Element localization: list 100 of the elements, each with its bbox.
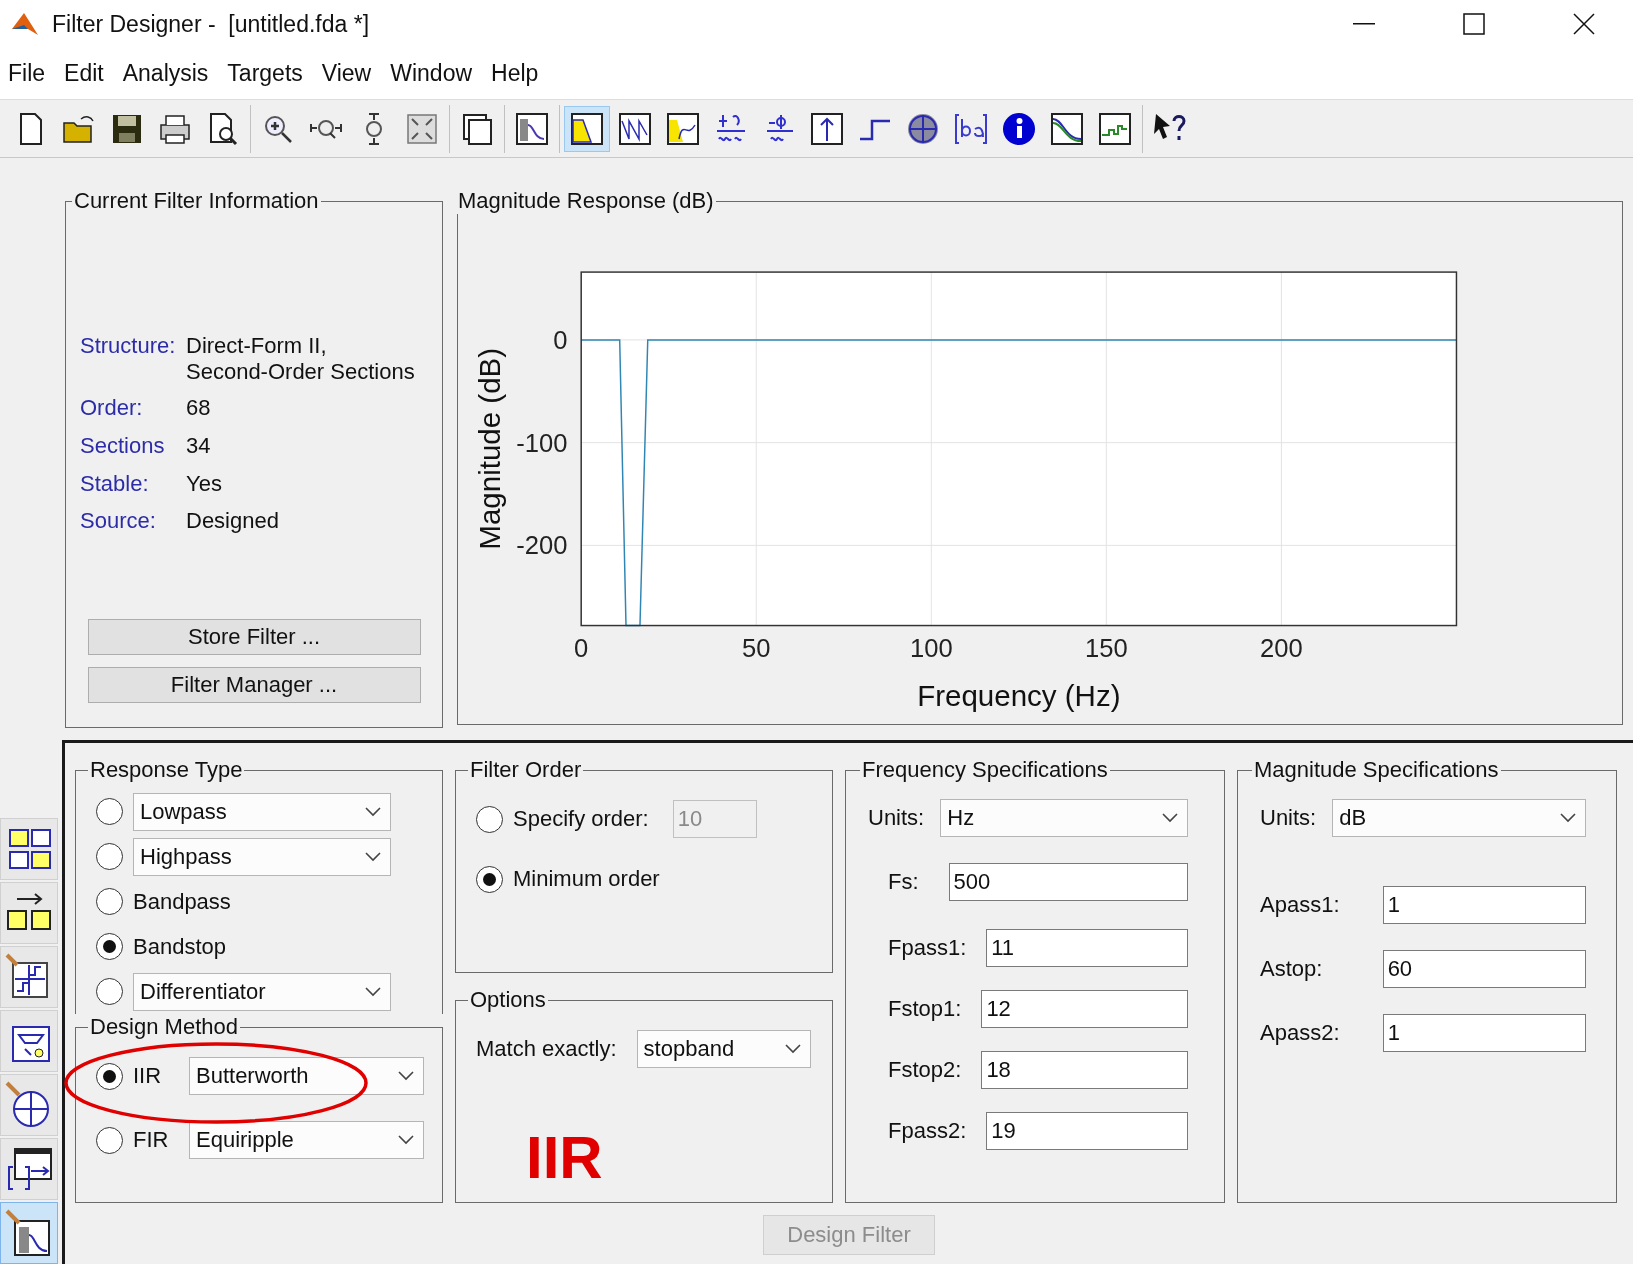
- radio-label[interactable]: Bandpass: [133, 888, 231, 915]
- radio-button[interactable]: [96, 1126, 123, 1154]
- radio-button[interactable]: [96, 843, 123, 870]
- dropdown[interactable]: Hz: [940, 799, 1188, 837]
- filter-design-icon: [5, 1209, 53, 1257]
- input-field[interactable]: 500: [948, 863, 1188, 901]
- magnitude-phase-icon: [665, 110, 701, 147]
- chevron-icon: [398, 1071, 414, 1081]
- group-title: Magnitude Response (dB): [457, 188, 715, 214]
- input-field[interactable]: 11: [986, 928, 1188, 967]
- dropdown[interactable]: Highpass: [133, 837, 391, 876]
- side-tool-button[interactable]: [0, 882, 58, 944]
- info-icon: [1001, 110, 1037, 147]
- radio-label[interactable]: FIR: [133, 1127, 179, 1153]
- axis-label: Magnitude (dB): [473, 347, 507, 550]
- magnitude-estimate-icon: [1049, 110, 1085, 147]
- window-title: Filter Designer - [untitled.fda *]: [52, 10, 371, 38]
- side-tool-button[interactable]: [0, 1138, 58, 1200]
- info-label: Order:: [80, 393, 144, 422]
- input-field[interactable]: 18: [981, 1050, 1188, 1089]
- menu-item[interactable]: View: [317, 60, 384, 87]
- input-field[interactable]: 60: [1382, 950, 1586, 988]
- menu-item[interactable]: Window: [386, 60, 485, 87]
- info-label: Source:: [80, 507, 157, 536]
- dropdown[interactable]: Equiripple: [189, 1121, 424, 1159]
- round-off-noise-icon: [1097, 110, 1133, 147]
- impulse-response-icon: [809, 110, 845, 147]
- side-tool-button[interactable]: [0, 1010, 58, 1072]
- field-label: Fstop1:: [888, 995, 962, 1022]
- tick-label: 150: [1085, 634, 1128, 663]
- chevron-icon: [1162, 813, 1178, 823]
- radio-button[interactable]: [96, 888, 123, 915]
- chevron-icon: [1560, 813, 1576, 823]
- filter-plot-icon: [514, 110, 550, 147]
- radio-button[interactable]: [96, 798, 123, 825]
- dropdown[interactable]: Differentiator: [133, 972, 391, 1011]
- radio-button[interactable]: [476, 865, 503, 893]
- side-tool-button[interactable]: [0, 1202, 58, 1264]
- info-label: Sections: [80, 431, 166, 460]
- info-value: Designed: [186, 507, 280, 536]
- field-label: Units:: [1260, 805, 1317, 831]
- maximize-icon: [1463, 13, 1485, 35]
- close-icon: [1573, 13, 1595, 35]
- input-field[interactable]: 19: [986, 1111, 1188, 1150]
- radio-label[interactable]: IIR: [133, 1063, 179, 1089]
- group-title: Magnitude Specifications: [1253, 757, 1500, 783]
- menu-item[interactable]: Edit: [60, 60, 116, 87]
- chevron-icon: [365, 851, 381, 862]
- field-label: Apass2:: [1260, 1020, 1341, 1046]
- annotation-text: IIR: [526, 1123, 604, 1192]
- info-label: Stable:: [80, 469, 150, 498]
- group-title: Design Method: [89, 1014, 239, 1040]
- chevron-icon: [784, 1044, 801, 1054]
- dropdown[interactable]: Butterworth: [189, 1057, 424, 1095]
- menu-item[interactable]: Targets: [223, 60, 315, 87]
- input-field[interactable]: 12: [981, 989, 1188, 1028]
- radio-label[interactable]: Bandstop: [133, 933, 226, 960]
- tick-label: 0: [574, 634, 589, 663]
- field-label: Fpass1:: [888, 934, 967, 961]
- input-field[interactable]: 1: [1382, 886, 1586, 924]
- menu-item[interactable]: Analysis: [118, 60, 221, 87]
- info-value: Direct-Form II, Second-Order Sections: [186, 332, 416, 386]
- info-label: Structure:: [80, 332, 177, 360]
- radio-button[interactable]: [96, 978, 123, 1005]
- info-value: 68: [186, 393, 212, 422]
- phase-plot-icon: [617, 110, 653, 147]
- dropdown[interactable]: Lowpass: [133, 792, 391, 831]
- field-label: Units:: [868, 805, 925, 831]
- minimize-icon: [1353, 23, 1375, 25]
- tick-label: -100: [516, 428, 568, 457]
- push-button[interactable]: Filter Manager ...: [87, 667, 421, 703]
- chevron-icon: [365, 806, 381, 817]
- side-tool-button[interactable]: [0, 818, 58, 880]
- toolbar-button[interactable]: [564, 105, 610, 152]
- radio-button[interactable]: [96, 1062, 123, 1090]
- tick-label: 200: [1260, 634, 1303, 663]
- chevron-icon: [398, 1135, 414, 1145]
- axis-label: Frequency (Hz): [917, 679, 1121, 713]
- side-tool-button[interactable]: [0, 946, 58, 1008]
- tick-label: -200: [516, 531, 568, 560]
- import-coefficients-icon: [5, 1145, 53, 1193]
- dropdown[interactable]: dB: [1332, 799, 1586, 837]
- tick-label: 50: [742, 634, 771, 663]
- side-tool-button[interactable]: [0, 1074, 58, 1136]
- push-button[interactable]: Store Filter ...: [87, 619, 421, 655]
- menu-item[interactable]: File: [4, 60, 58, 87]
- group-title: Current Filter Information: [73, 188, 320, 214]
- info-value: 34: [186, 431, 212, 460]
- input-field[interactable]: 1: [1382, 1014, 1586, 1052]
- menu-item[interactable]: Help: [487, 60, 551, 87]
- field-label: Fs:: [888, 869, 919, 895]
- field-label: Fstop2:: [888, 1056, 962, 1083]
- radio-label[interactable]: Minimum order: [513, 866, 660, 892]
- group-title: Frequency Specifications: [861, 757, 1109, 783]
- dropdown[interactable]: stopband: [636, 1030, 811, 1068]
- group-title: Options: [469, 987, 547, 1013]
- info-value: Yes: [186, 469, 223, 498]
- radio-button[interactable]: [96, 933, 123, 960]
- group-title: Filter Order: [469, 757, 583, 783]
- tick-label: 100: [909, 634, 953, 663]
